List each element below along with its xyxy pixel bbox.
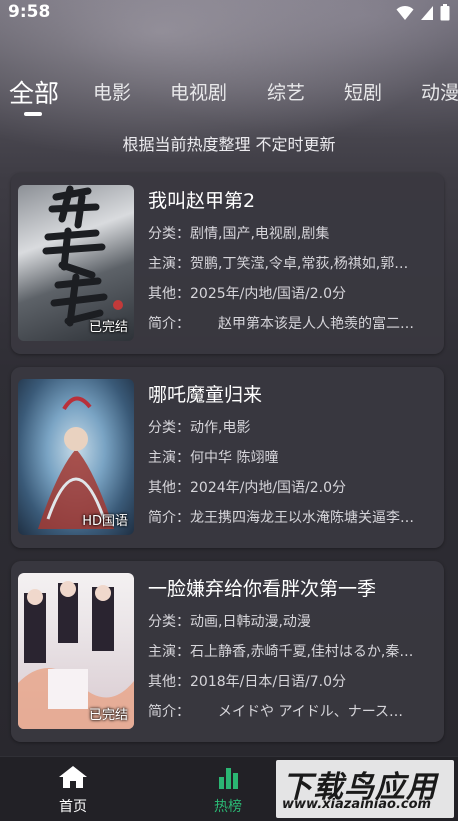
tab-tv-series[interactable]: 电视剧 xyxy=(170,78,227,105)
tab-variety[interactable]: 综艺 xyxy=(267,78,305,105)
list-item[interactable]: HD国语 哪吒魔童归来 分类： 动作,电影 主演： 何中华 陈翊曈 其他： 2024年… xyxy=(11,367,444,548)
category-label: 分类： xyxy=(148,420,190,436)
category-tabs: 全部 电影 电视剧 综艺 短剧 动漫 xyxy=(0,72,458,122)
status-badge: 已完结 xyxy=(88,320,128,335)
intro-value: メイドや アイドル、ナース… xyxy=(190,704,404,720)
poster-image: 已完结 xyxy=(18,185,134,341)
cast-value: 贺鹏,丁笑滢,令卓,常荻,杨祺如,郭… xyxy=(190,256,409,272)
tab-movies[interactable]: 电影 xyxy=(93,78,131,105)
cast-label: 主演： xyxy=(148,644,190,660)
signal-icon xyxy=(421,5,433,20)
nav-hot-list-label: 热榜 xyxy=(214,799,242,815)
category-label: 分类： xyxy=(148,614,190,630)
other-label: 其他： xyxy=(148,480,190,496)
other-label: 其他： xyxy=(148,674,190,690)
wifi-icon xyxy=(396,5,414,20)
status-bar: 9:58 xyxy=(0,0,458,26)
cast-value: 石上静香,赤崎千夏,佳村はるか,秦… xyxy=(190,644,414,660)
intro-label: 简介： xyxy=(148,316,190,332)
poster-image: 已完结 xyxy=(18,573,134,729)
quality-badge: HD国语 xyxy=(82,514,128,529)
other-label: 其他： xyxy=(148,286,190,302)
other-value: 2025年/内地/国语/2.0分 xyxy=(190,286,347,302)
home-icon xyxy=(59,766,87,788)
intro-label: 简介： xyxy=(148,510,190,526)
other-value: 2024年/内地/国语/2.0分 xyxy=(190,480,347,496)
nav-home-label: 首页 xyxy=(59,799,87,815)
battery-icon xyxy=(440,4,450,21)
item-title: 哪吒魔童归来 xyxy=(148,384,263,406)
category-label: 分类： xyxy=(148,226,190,242)
list-item[interactable]: 已完结 我叫赵甲第2 分类： 剧情,国产,电视剧,剧集 主演： 贺鹏,丁笑滢,令卓,… xyxy=(11,173,444,354)
intro-value: 龙王携四海龙王以水淹陈塘关逼李… xyxy=(190,510,414,526)
status-time: 9:58 xyxy=(8,2,51,22)
other-value: 2018年/日本/日语/7.0分 xyxy=(190,674,347,690)
watermark-url: www.xiazainiao.com xyxy=(282,797,432,812)
cast-value: 何中华 陈翊曈 xyxy=(190,450,279,466)
cast-label: 主演： xyxy=(148,256,190,272)
watermark-logo: 下载鸟应用 www.xiazainiao.com xyxy=(276,760,454,818)
status-badge: 已完结 xyxy=(88,708,128,723)
active-tab-indicator xyxy=(24,112,42,116)
tab-anime[interactable]: 动漫 xyxy=(421,78,458,105)
list-subtitle: 根据当前热度整理 不定时更新 xyxy=(122,135,336,154)
poster-image: HD国语 xyxy=(18,379,134,535)
tab-all[interactable]: 全部 xyxy=(9,74,59,110)
status-icons xyxy=(396,4,450,21)
chart-bar-icon xyxy=(219,768,238,789)
nav-home[interactable]: 首页 xyxy=(38,765,108,816)
list-item[interactable]: 已完结 一脸嫌弃给你看胖次第一季 分类： 动画,日韩动漫,动漫 主演： 石上静香,赤… xyxy=(11,561,444,742)
cast-label: 主演： xyxy=(148,450,190,466)
item-title: 一脸嫌弃给你看胖次第一季 xyxy=(148,578,377,600)
nav-hot-list[interactable]: 热榜 xyxy=(193,765,263,816)
category-value: 动画,日韩动漫,动漫 xyxy=(190,614,311,630)
category-value: 剧情,国产,电视剧,剧集 xyxy=(190,226,330,242)
intro-value: 赵甲第本该是人人艳羡的富二… xyxy=(190,316,414,332)
intro-label: 简介： xyxy=(148,704,190,720)
item-title: 我叫赵甲第2 xyxy=(148,190,256,212)
tab-short-drama[interactable]: 短剧 xyxy=(344,78,382,105)
category-value: 动作,电影 xyxy=(190,420,251,436)
